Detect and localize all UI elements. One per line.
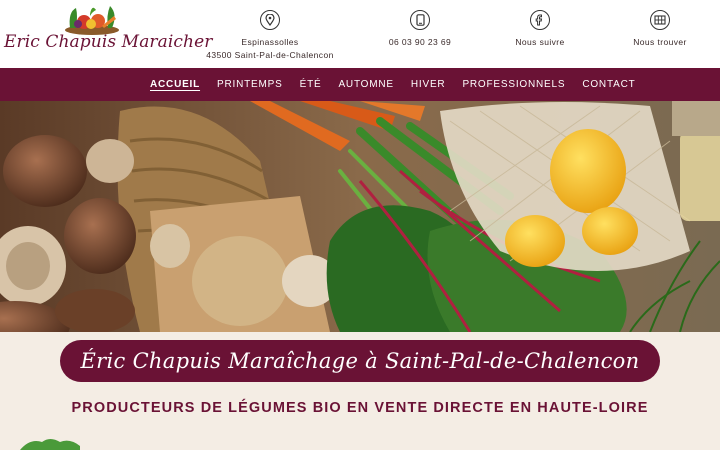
lettuce-decoration [20,439,80,450]
site-logo[interactable]: Eric Chapuis Maraicher [2,2,212,64]
intro-section: Éric Chapuis Maraîchage à Saint-Pal-de-C… [0,332,720,450]
title-banner: Éric Chapuis Maraîchage à Saint-Pal-de-C… [60,340,660,382]
nav-item-professionnels[interactable]: PROFESSIONNELS [462,79,565,90]
nav-item-automne[interactable]: AUTOMNE [338,79,393,90]
main-nav: ACCUEIL PRINTEMPS ÉTÉ AUTOMNE HIVER PROF… [0,68,720,101]
social-icon [530,10,550,30]
find-label[interactable]: Nous trouver [585,36,720,49]
logo-text: Eric Chapuis Maraicher [4,32,213,52]
map-icon [650,10,670,30]
page-subtitle: PRODUCTEURS DE LÉGUMES BIO EN VENTE DIRE… [71,400,649,416]
hero-image [0,101,720,332]
nav-item-accueil[interactable]: ACCUEIL [150,79,200,90]
vegetable-logo-icon [65,6,119,35]
nav-item-contact[interactable]: CONTACT [582,79,635,90]
nav-item-printemps[interactable]: PRINTEMPS [217,79,283,90]
address-line-2: 43500 Saint-Pal-de-Chalencon [206,49,334,60]
site-header: Eric Chapuis Maraicher Espinassolles 435… [0,0,720,68]
phone-icon [410,10,430,30]
map-pin-icon [260,10,280,30]
nav-item-hiver[interactable]: HIVER [411,79,446,90]
find-block[interactable]: Nous trouver [585,10,720,49]
banner-title: Éric Chapuis Maraîchage à Saint-Pal-de-C… [80,349,640,373]
address-line-1: Espinassolles [241,37,299,47]
vegetables-basket-illustration [0,101,720,332]
nav-item-ete[interactable]: ÉTÉ [300,79,322,90]
address-block: Espinassolles 43500 Saint-Pal-de-Chalenc… [195,10,345,61]
